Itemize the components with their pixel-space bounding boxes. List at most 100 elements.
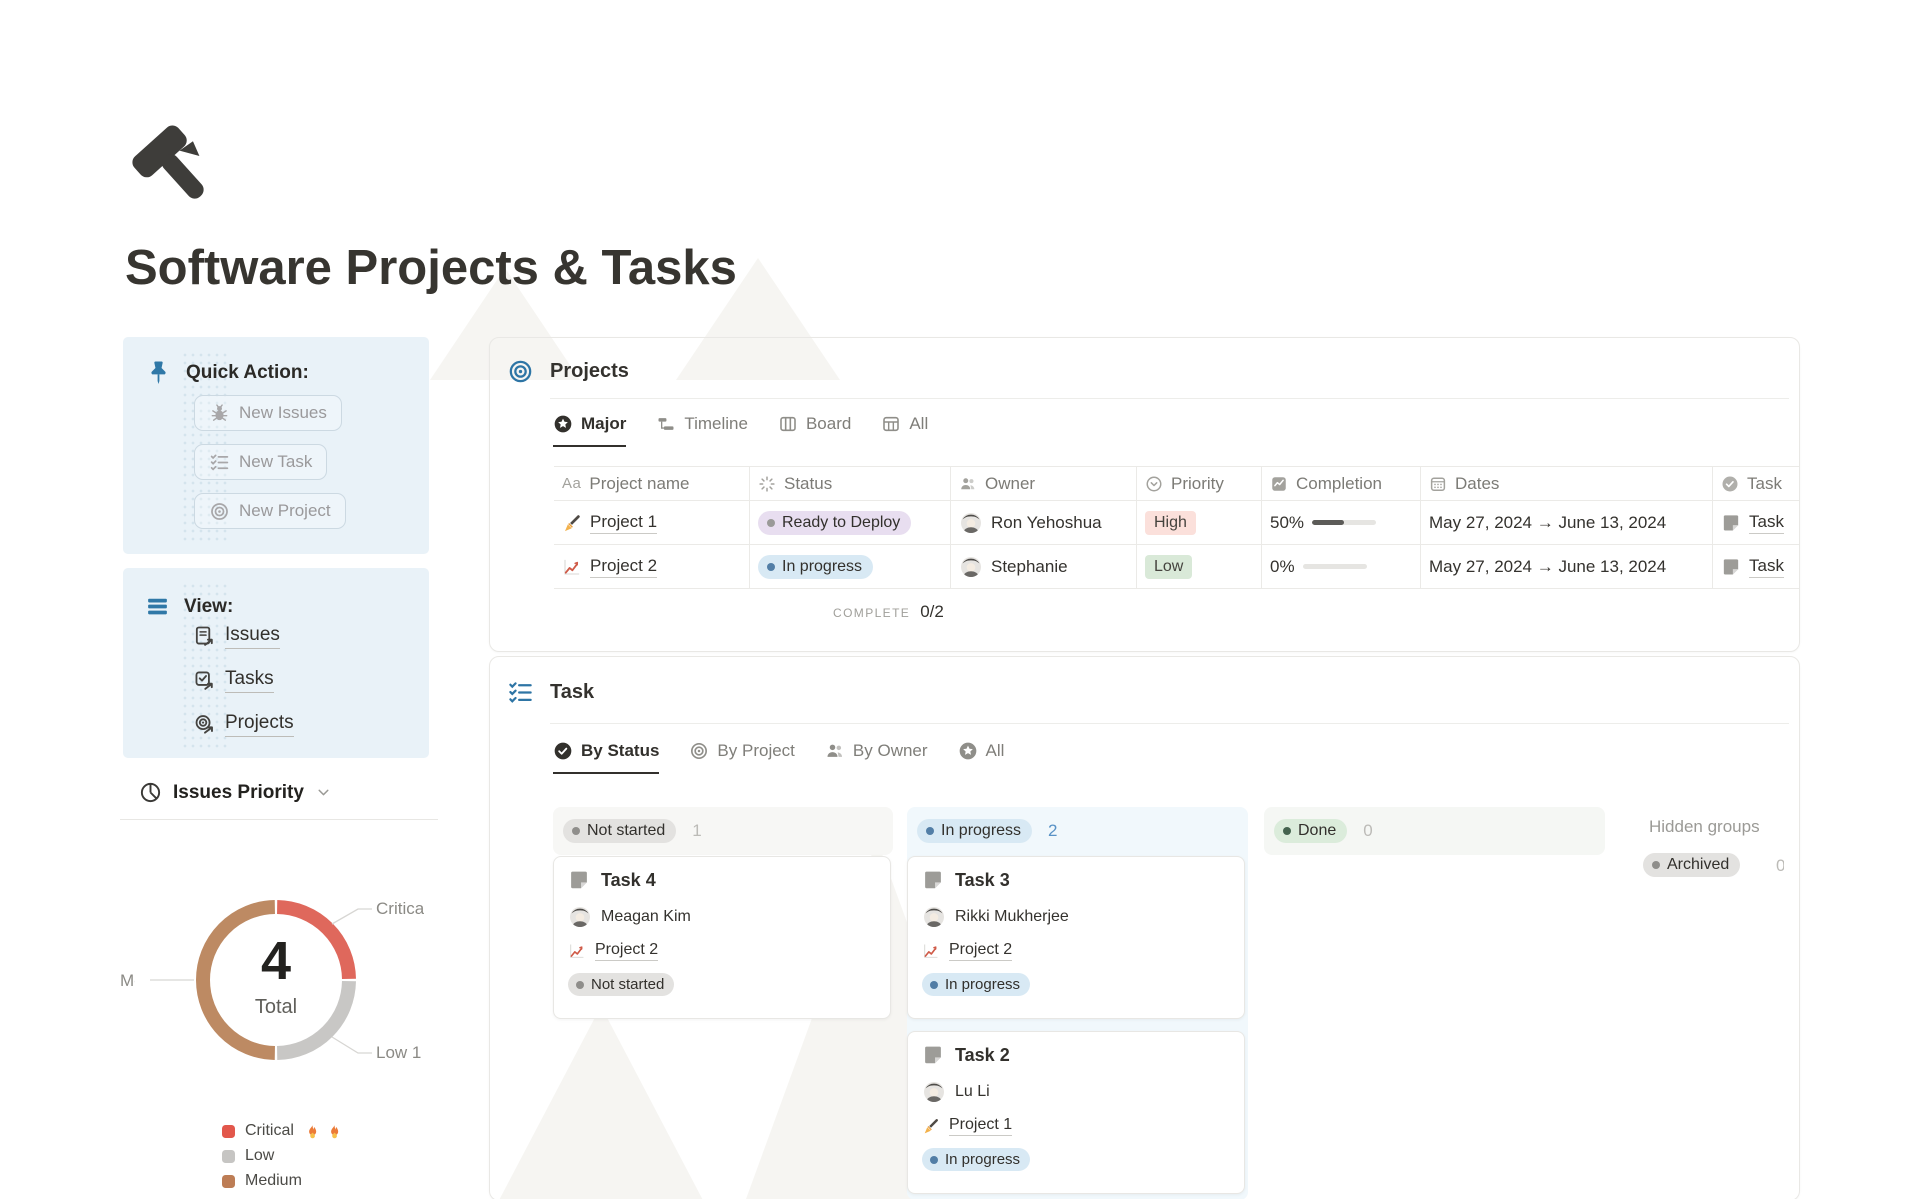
chart-legend: Critical Low Medium xyxy=(222,1122,343,1190)
page-icon xyxy=(922,1044,944,1066)
tab-by-status[interactable]: By Status xyxy=(553,741,659,774)
donut-total-value: 4 xyxy=(222,934,330,988)
table-cell-task[interactable]: Task xyxy=(1713,501,1799,545)
project-link[interactable]: Project 2 xyxy=(590,556,657,578)
table-row-project-name[interactable]: Project 1 xyxy=(554,501,750,545)
new-issues-button[interactable]: New Issues xyxy=(194,395,342,431)
progress-fill xyxy=(1312,520,1344,525)
hidden-groups-label: Hidden groups xyxy=(1649,817,1784,837)
column-header-owner[interactable]: Owner xyxy=(951,467,1137,501)
task-section-title: Task xyxy=(550,681,594,704)
table-cell-status[interactable]: Ready to Deploy xyxy=(750,501,951,545)
table-cell-completion[interactable]: 50% xyxy=(1262,501,1421,545)
table-cell-completion[interactable]: 0% xyxy=(1262,545,1421,589)
priority-badge[interactable]: Low xyxy=(1145,555,1192,579)
tab-by-owner[interactable]: By Owner xyxy=(825,741,928,774)
column-header-in-progress[interactable]: In progress 2 xyxy=(907,807,1248,855)
tab-all-label: All xyxy=(909,414,928,434)
project-link[interactable]: Project 2 xyxy=(595,941,658,961)
tab-all[interactable]: All xyxy=(958,741,1005,774)
sidebar-link-issues[interactable]: Issues xyxy=(193,624,280,649)
table-cell-dates[interactable]: May 27, 2024 → June 13, 2024 xyxy=(1421,545,1713,589)
group-badge-archived[interactable]: Archived xyxy=(1643,853,1740,877)
new-task-button[interactable]: New Task xyxy=(194,444,327,480)
table-cell-status[interactable]: In progress xyxy=(750,545,951,589)
project-link[interactable]: Project 2 xyxy=(949,941,1012,961)
task-relation-link[interactable]: Task xyxy=(1749,512,1784,534)
task-card: Task By Status By Project By Owner All xyxy=(489,656,1800,1199)
table-cell-priority[interactable]: Low xyxy=(1137,545,1262,589)
status-badge[interactable]: Ready to Deploy xyxy=(758,511,911,535)
project-link[interactable]: Project 1 xyxy=(590,512,657,534)
sidebar-link-tasks[interactable]: Tasks xyxy=(193,668,274,693)
tab-major[interactable]: Major xyxy=(553,414,626,447)
callout-low: Low 1 xyxy=(376,1043,476,1063)
page-icon xyxy=(1721,557,1741,577)
column-header-priority[interactable]: Priority xyxy=(1137,467,1262,501)
kanban-board: Not started 1 Task 4 Meagan Kim Project … xyxy=(490,807,1799,1199)
column-header-project-name[interactable]: Aa Project name xyxy=(554,467,750,501)
projects-view-tabs: Major Timeline Board All xyxy=(553,414,928,447)
legend-item-critical: Critical xyxy=(222,1122,343,1140)
task-assignee: Meagan Kim xyxy=(568,905,876,929)
task-card-task-3[interactable]: Task 3 Rikki Mukherjee Project 2 In prog… xyxy=(907,856,1245,1019)
sidebar-link-projects[interactable]: Projects xyxy=(193,712,294,737)
page-icon xyxy=(568,869,590,891)
column-header-dates[interactable]: Dates xyxy=(1421,467,1713,501)
legend-item-low: Low xyxy=(222,1147,343,1165)
project-link[interactable]: Project 1 xyxy=(949,1116,1012,1136)
group-count: 2 xyxy=(1048,821,1057,841)
tab-by-project-label: By Project xyxy=(717,741,794,761)
tab-board[interactable]: Board xyxy=(778,414,851,447)
column-header-status[interactable]: Status xyxy=(750,467,951,501)
tab-all[interactable]: All xyxy=(881,414,928,447)
writing-hand-icon xyxy=(562,513,582,533)
table-cell-owner[interactable]: Stephanie xyxy=(951,545,1137,589)
callout-medium: Medium xyxy=(120,971,135,991)
task-card-task-4[interactable]: Task 4 Meagan Kim Project 2 Not started xyxy=(553,856,891,1019)
task-relation-link[interactable]: Task xyxy=(1749,556,1784,578)
priority-badge[interactable]: High xyxy=(1145,511,1196,535)
column-header-task[interactable]: Task xyxy=(1713,467,1799,501)
status-dot xyxy=(767,563,775,571)
checkbox-arrow-icon xyxy=(193,669,216,692)
table-cell-dates[interactable]: May 27, 2024 → June 13, 2024 xyxy=(1421,501,1713,545)
group-badge-in-progress[interactable]: In progress xyxy=(917,819,1032,843)
document-arrow-icon xyxy=(193,625,216,648)
issues-priority-toggle[interactable]: Issues Priority xyxy=(139,781,332,804)
table-cell-owner[interactable]: Ron Yehoshua xyxy=(951,501,1137,545)
status-dot xyxy=(767,519,775,527)
tab-by-project[interactable]: By Project xyxy=(689,741,794,774)
spinner-icon xyxy=(758,475,776,493)
writing-hand-icon xyxy=(922,1117,940,1135)
new-issues-label: New Issues xyxy=(239,403,327,423)
tab-board-label: Board xyxy=(806,414,851,434)
table-cell-priority[interactable]: High xyxy=(1137,501,1262,545)
new-project-button[interactable]: New Project xyxy=(194,493,346,529)
quick-action-heading: Quick Action: xyxy=(186,362,309,384)
group-badge-not-started[interactable]: Not started xyxy=(563,819,676,843)
table-row-project-name[interactable]: Project 2 xyxy=(554,545,750,589)
tasks-link-label: Tasks xyxy=(225,668,274,693)
status-badge: In progress xyxy=(922,973,1030,996)
page: Software Projects & Tasks Quick Action: … xyxy=(0,0,1920,1199)
kanban-column-not-started: Not started 1 Task 4 Meagan Kim Project … xyxy=(553,807,893,855)
priority-icon xyxy=(1145,475,1163,493)
task-card-task-2[interactable]: Task 2 Lu Li Project 1 In progress xyxy=(907,1031,1245,1194)
task-title: Task 4 xyxy=(601,870,656,891)
chart-increasing-icon xyxy=(568,942,586,960)
task-assignee: Rikki Mukherjee xyxy=(922,905,1230,929)
table-cell-task[interactable]: Task xyxy=(1713,545,1799,589)
status-badge: Not started xyxy=(568,973,674,996)
column-header-done[interactable]: Done 0 xyxy=(1264,807,1605,855)
column-header-not-started[interactable]: Not started 1 xyxy=(553,807,893,855)
view-panel: View: Issues Tasks Projects xyxy=(123,568,429,758)
task-project: Project 1 xyxy=(922,1116,1230,1136)
group-badge-done[interactable]: Done xyxy=(1274,819,1347,843)
legend-swatch-low xyxy=(222,1150,235,1163)
tab-by-status-label: By Status xyxy=(581,741,659,761)
tab-timeline[interactable]: Timeline xyxy=(656,414,748,447)
status-badge[interactable]: In progress xyxy=(758,555,873,579)
column-header-completion[interactable]: Completion xyxy=(1262,467,1421,501)
group-count: 0 xyxy=(1776,856,1784,876)
